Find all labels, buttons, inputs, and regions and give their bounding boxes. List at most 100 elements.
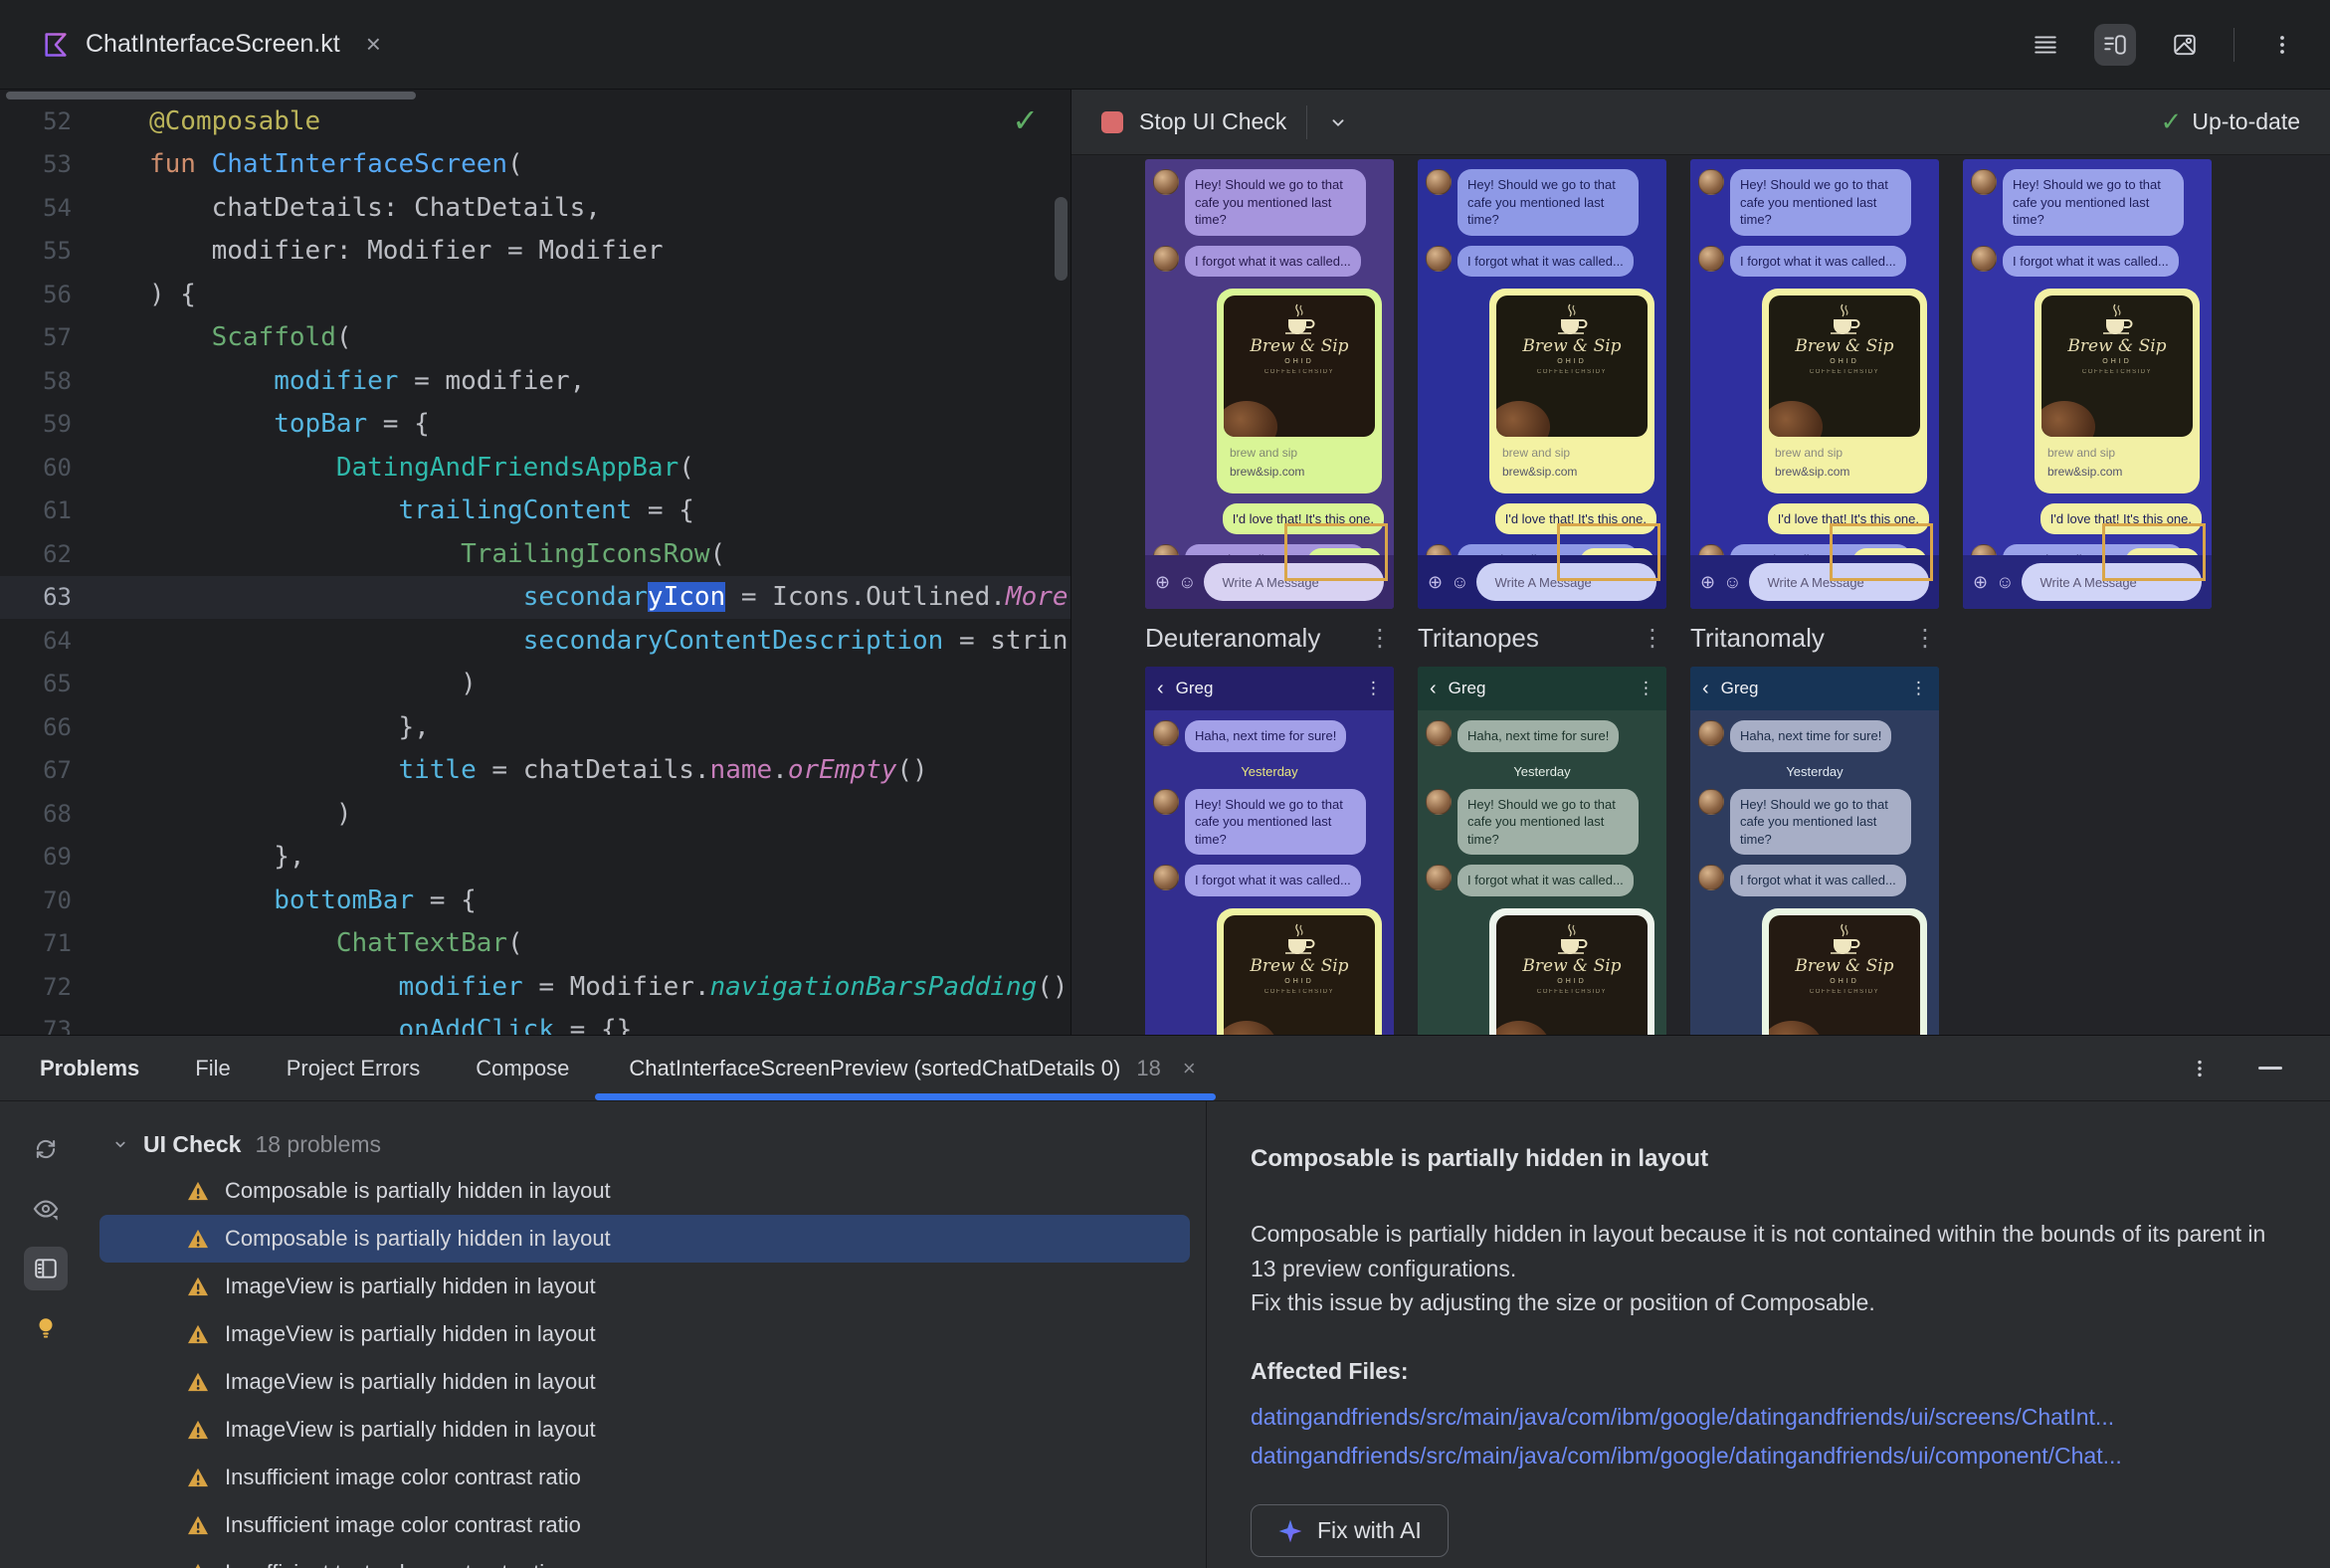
minimize-panel-icon[interactable]: [2258, 1067, 2282, 1070]
code-line[interactable]: 55 modifier: Modifier = Modifier: [0, 230, 1070, 274]
more-options-icon[interactable]: [2262, 25, 2302, 65]
problem-item[interactable]: Insufficient text color contrast ratio: [99, 1549, 1190, 1568]
avatar: [1698, 720, 1724, 746]
code-line[interactable]: 67 title = chatDetails.name.orEmpty(): [0, 749, 1070, 793]
brew-and-sip-image: Brew & Sip OHID COFFEETCHSIDY: [1496, 914, 1648, 1035]
code-view-icon[interactable]: [2025, 24, 2066, 66]
phone-preview-tritanopes[interactable]: ‹ Greg ⋮ Haha, next time for sure! Yesterday…: [1418, 667, 1666, 1035]
avatar: [1698, 865, 1724, 891]
tab-chatinterfacescreenpreview[interactable]: ChatInterfaceScreenPreview (sortedChatDe…: [595, 1036, 1216, 1100]
affected-file-link[interactable]: datingandfriends/src/main/java/com/ibm/g…: [1251, 1400, 2270, 1435]
phone-preview-tritanomaly[interactable]: ‹ Greg ⋮ Haha, next time for sure! Yesterday…: [1690, 667, 1939, 1035]
link-card-texts: brew and sip brew&sip.com: [1496, 437, 1648, 486]
code-line[interactable]: 73 onAddClick = {}: [0, 1009, 1070, 1035]
code-line[interactable]: 72 modifier = Modifier.navigationBarsPad…: [0, 965, 1070, 1009]
kebab-menu-icon[interactable]: ⋮: [1910, 679, 1927, 698]
inspections-ok-icon[interactable]: ✓: [1012, 101, 1039, 139]
kebab-menu-icon[interactable]: ⋮: [1913, 624, 1937, 653]
kebab-menu-icon[interactable]: ⋮: [1365, 679, 1382, 698]
kebab-menu-icon[interactable]: ⋮: [1638, 679, 1654, 698]
problem-item[interactable]: Composable is partially hidden in layout: [99, 1167, 1190, 1215]
code-line[interactable]: 54 chatDetails: ChatDetails,: [0, 186, 1070, 230]
code-token: secondar: [522, 582, 648, 613]
back-icon[interactable]: ‹: [1430, 679, 1437, 698]
code-token: (: [709, 538, 726, 569]
problem-item[interactable]: Composable is partially hidden in layout: [99, 1215, 1190, 1263]
phone-preview[interactable]: Hey! Should we go to that cafe you menti…: [1690, 159, 1939, 609]
warning-icon: [188, 1372, 208, 1392]
code-line[interactable]: 56) {: [0, 273, 1070, 316]
code-line[interactable]: 63 secondaryIcon = Icons.Outlined.More: [0, 575, 1070, 619]
problem-item[interactable]: ImageView is partially hidden in layout: [99, 1263, 1190, 1310]
tab-close-icon[interactable]: ×: [1183, 1056, 1196, 1081]
code-line[interactable]: 61 trailingContent = {: [0, 490, 1070, 533]
problems-view-icon[interactable]: [24, 1247, 68, 1290]
link-card-name: brew and sip: [1230, 446, 1298, 461]
problem-item[interactable]: Insufficient image color contrast ratio: [99, 1501, 1190, 1549]
lightbulb-icon[interactable]: [24, 1306, 68, 1350]
chevron-down-icon[interactable]: [1327, 111, 1349, 133]
refresh-icon[interactable]: [24, 1127, 68, 1171]
code-line[interactable]: 58 modifier = modifier,: [0, 359, 1070, 403]
fix-with-ai-button[interactable]: Fix with AI: [1251, 1504, 1449, 1557]
code-line[interactable]: 57 Scaffold(: [0, 316, 1070, 360]
preview-canvas[interactable]: Hey! Should we go to that cafe you menti…: [1071, 155, 2330, 1035]
problems-group-header[interactable]: UI Check 18 problems: [92, 1121, 1206, 1167]
phone-preview-deuteranomaly[interactable]: ‹ Greg ⋮ Haha, next time for sure! Yesterday…: [1145, 667, 1394, 1035]
split-view-icon[interactable]: [2094, 23, 2136, 66]
horizontal-scrollbar[interactable]: [6, 92, 416, 99]
panel-options-icon[interactable]: [2189, 1058, 2211, 1079]
kebab-menu-icon[interactable]: ⋮: [1368, 624, 1392, 653]
chat-bubble: Hey! Should we go to that cafe you menti…: [1185, 169, 1366, 236]
code-line[interactable]: 66 },: [0, 705, 1070, 749]
line-number: 53: [43, 150, 72, 179]
code-line[interactable]: 59 topBar = {: [0, 403, 1070, 447]
code-line[interactable]: 70 bottomBar = {: [0, 879, 1070, 922]
code-text: ): [72, 799, 352, 829]
problem-item[interactable]: ImageView is partially hidden in layout: [99, 1310, 1190, 1358]
phone-preview[interactable]: Hey! Should we go to that cafe you menti…: [1418, 159, 1666, 609]
problem-item[interactable]: ImageView is partially hidden in layout: [99, 1358, 1190, 1406]
code-line[interactable]: 60 DatingAndFriendsAppBar(: [0, 446, 1070, 490]
chat-bubble: I forgot what it was called...: [2003, 245, 2179, 278]
phone-preview[interactable]: Hey! Should we go to that cafe you menti…: [1963, 159, 2212, 609]
back-icon[interactable]: ‹: [1157, 679, 1164, 698]
code-line[interactable]: 64 secondaryContentDescription = strin: [0, 619, 1070, 663]
back-icon[interactable]: ‹: [1702, 679, 1709, 698]
code-line[interactable]: 65 ): [0, 663, 1070, 706]
ui-check-highlight-box: [1557, 523, 1660, 581]
tab-compose[interactable]: Compose: [476, 1056, 569, 1081]
chevron-down-icon[interactable]: [111, 1135, 129, 1153]
problem-item[interactable]: ImageView is partially hidden in layout: [99, 1406, 1190, 1454]
brand-tagline: COFFEETCHSIDY: [1263, 988, 1335, 995]
brand-tagline: COFFEETCHSIDY: [1536, 988, 1608, 995]
warning-icon: [188, 1324, 208, 1344]
phone-preview[interactable]: Hey! Should we go to that cafe you menti…: [1145, 159, 1394, 609]
code-line[interactable]: 71 ChatTextBar(: [0, 922, 1070, 966]
code-editor[interactable]: ✓ 52 @Composable 53 fun ChatInterfaceScreen…: [0, 90, 1071, 1035]
kebab-menu-icon[interactable]: ⋮: [1641, 624, 1664, 653]
code-line[interactable]: 52 @Composable: [0, 99, 1070, 143]
problem-item[interactable]: Insufficient image color contrast ratio: [99, 1454, 1190, 1501]
editor-tab-chatinterfacescreen[interactable]: ChatInterfaceScreen.kt ×: [28, 19, 395, 70]
chat-header: ‹ Greg ⋮: [1145, 667, 1394, 710]
emoji-icon: ☺: [1178, 571, 1197, 592]
code-line[interactable]: 53 fun ChatInterfaceScreen(: [0, 143, 1070, 187]
preview-eye-icon[interactable]: [24, 1187, 68, 1231]
steam-icon: [1295, 923, 1303, 937]
android-studio-window: ChatInterfaceScreen.kt × ✓ 52 @Composabl…: [0, 0, 2330, 1568]
vertical-scrollbar[interactable]: [1055, 197, 1068, 281]
design-view-icon[interactable]: [2164, 24, 2206, 66]
problems-panel-title[interactable]: Problems: [40, 1056, 139, 1081]
code-line[interactable]: 62 TrailingIconsRow(: [0, 532, 1070, 576]
code-line[interactable]: 69 },: [0, 836, 1070, 880]
tab-file[interactable]: File: [195, 1056, 230, 1081]
tab-project-errors[interactable]: Project Errors: [287, 1056, 420, 1081]
stop-ui-check-button[interactable]: Stop UI Check: [1101, 108, 1286, 135]
code-line[interactable]: 68 ): [0, 792, 1070, 836]
affected-file-link[interactable]: datingandfriends/src/main/java/com/ibm/g…: [1251, 1439, 2270, 1473]
chat-header: ‹ Greg ⋮: [1690, 667, 1939, 710]
tab-close-icon[interactable]: ×: [366, 29, 381, 60]
problem-detail-pane: Composable is partially hidden in layout…: [1207, 1101, 2330, 1568]
